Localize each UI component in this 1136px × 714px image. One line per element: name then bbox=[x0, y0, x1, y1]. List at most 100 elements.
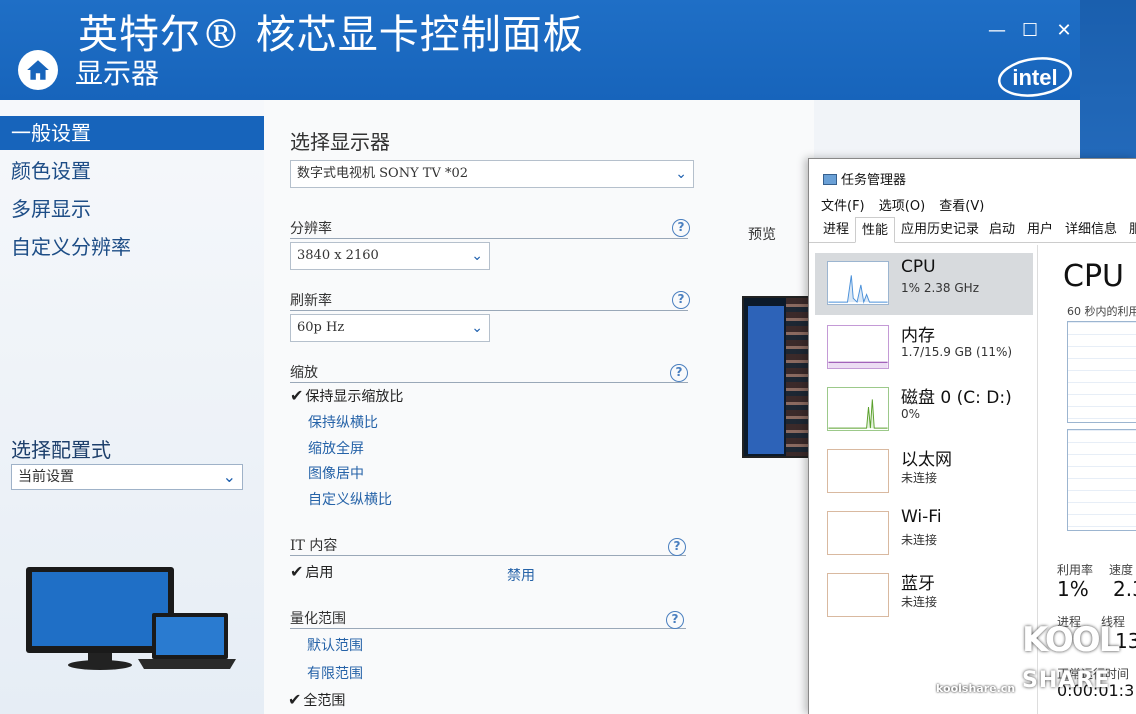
resource-ethernet-sub: 未连接 bbox=[901, 471, 938, 485]
home-button[interactable] bbox=[18, 50, 58, 90]
resource-memory-sub: 1.7/15.9 GB (11%) bbox=[901, 345, 1013, 359]
resource-bluetooth[interactable]: 蓝牙 未连接 bbox=[815, 565, 1033, 627]
help-icon[interactable]: ? bbox=[670, 364, 688, 382]
quantization-label: 量化范围 bbox=[290, 611, 346, 627]
quant-option-default[interactable]: 默认范围 bbox=[307, 635, 363, 655]
scaling-maintain-display-label: 保持显示缩放比 bbox=[305, 389, 404, 405]
menu-file[interactable]: 文件(F) bbox=[821, 199, 865, 214]
display-select[interactable]: 数字式电视机 SONY TV *02 ⌄ bbox=[290, 160, 694, 188]
refresh-rate-select-value: 60p Hz bbox=[297, 320, 345, 335]
select-display-label: 选择显示器 bbox=[290, 130, 390, 154]
preview-screen bbox=[748, 306, 784, 454]
profile-select-value: 当前设置 bbox=[18, 469, 74, 485]
minimize-button[interactable]: — bbox=[988, 20, 1006, 41]
divider bbox=[290, 628, 686, 629]
speed-value: 2.3 bbox=[1113, 577, 1136, 601]
tab-app-history[interactable]: 应用历史记录 bbox=[895, 217, 985, 243]
resolution-label: 分辨率 bbox=[290, 221, 332, 237]
scaling-option-center[interactable]: 图像居中 bbox=[308, 463, 364, 483]
it-enable-checkbox[interactable]: ✔ 启用 bbox=[290, 562, 333, 582]
resource-bluetooth-name: 蓝牙 bbox=[901, 574, 935, 594]
bluetooth-mini-graph bbox=[827, 573, 889, 617]
it-enable-label: 启用 bbox=[305, 565, 334, 581]
resource-disk[interactable]: 磁盘 0 (C: D:) 0% bbox=[815, 379, 1033, 441]
chevron-down-icon: ⌄ bbox=[471, 248, 483, 264]
preview-image bbox=[742, 296, 812, 458]
nav-general-settings[interactable]: 一般设置 bbox=[0, 116, 264, 150]
resource-memory-name: 内存 bbox=[901, 326, 935, 346]
nav-multi-display[interactable]: 多屏显示 bbox=[0, 192, 264, 226]
chevron-down-icon: ⌄ bbox=[471, 320, 483, 336]
it-content-label: IT 内容 bbox=[290, 538, 338, 554]
watermark-brand-top: KOOL bbox=[1022, 620, 1120, 660]
resolution-select-value: 3840 x 2160 bbox=[297, 248, 379, 263]
quant-full-checkbox[interactable]: ✔ 全范围 bbox=[288, 690, 345, 710]
divider bbox=[290, 382, 688, 383]
nav-custom-resolution[interactable]: 自定义分辨率 bbox=[0, 230, 264, 264]
quant-full-label: 全范围 bbox=[303, 693, 346, 709]
ethernet-mini-graph bbox=[827, 449, 889, 493]
profile-label: 选择配置式 bbox=[11, 438, 111, 462]
scaling-option-custom[interactable]: 自定义纵横比 bbox=[308, 489, 392, 509]
resource-bluetooth-sub: 未连接 bbox=[901, 595, 938, 609]
resource-ethernet-name: 以太网 bbox=[901, 450, 952, 470]
resource-wifi-sub: 未连接 bbox=[901, 533, 938, 547]
scaling-label: 缩放 bbox=[290, 365, 318, 381]
resource-ethernet[interactable]: 以太网 未连接 bbox=[815, 441, 1033, 503]
refresh-rate-label: 刷新率 bbox=[290, 293, 332, 309]
profile-select[interactable]: 当前设置 ⌄ bbox=[11, 464, 243, 490]
task-manager-icon bbox=[823, 174, 837, 185]
refresh-rate-select[interactable]: 60p Hz ⌄ bbox=[290, 314, 490, 342]
help-icon[interactable]: ? bbox=[672, 219, 690, 237]
resolution-select[interactable]: 3840 x 2160 ⌄ bbox=[290, 242, 490, 270]
checkmark-icon: ✔ bbox=[288, 690, 302, 709]
menu-bar: 文件(F) 选项(O) 查看(V) bbox=[821, 195, 994, 214]
help-icon[interactable]: ? bbox=[668, 538, 686, 556]
scaling-option-full[interactable]: 缩放全屏 bbox=[308, 438, 364, 458]
cpu-graph bbox=[1067, 321, 1136, 423]
menu-view[interactable]: 查看(V) bbox=[939, 199, 984, 214]
tab-processes[interactable]: 进程 bbox=[817, 217, 855, 243]
maximize-button[interactable]: ☐ bbox=[1022, 20, 1038, 41]
cpu-mini-graph bbox=[827, 261, 889, 305]
tab-details[interactable]: 详细信息 bbox=[1059, 217, 1123, 243]
left-nav: 一般设置 颜色设置 多屏显示 自定义分辨率 选择配置式 当前设置 ⌄ bbox=[0, 100, 264, 714]
cpu-graph-secondary bbox=[1067, 429, 1136, 531]
main-content: 选择显示器 数字式电视机 SONY TV *02 ⌄ 分辨率 ? 3840 x … bbox=[264, 100, 814, 714]
resource-wifi-name: Wi-Fi bbox=[901, 507, 942, 527]
menu-options[interactable]: 选项(O) bbox=[879, 199, 925, 214]
resource-cpu[interactable]: CPU 1% 2.38 GHz bbox=[815, 253, 1033, 315]
tab-startup[interactable]: 启动 bbox=[983, 217, 1021, 243]
nav-color-settings[interactable]: 颜色设置 bbox=[0, 154, 264, 188]
help-icon[interactable]: ? bbox=[672, 291, 690, 309]
tab-performance[interactable]: 性能 bbox=[855, 217, 896, 243]
tab-services[interactable]: 服 bbox=[1123, 217, 1136, 243]
tab-users[interactable]: 用户 bbox=[1021, 217, 1059, 243]
disk-mini-graph bbox=[827, 387, 889, 431]
checkmark-icon: ✔ bbox=[290, 562, 304, 581]
resource-memory[interactable]: 内存 1.7/15.9 GB (11%) bbox=[815, 317, 1033, 379]
cpu-detail-title: CPU bbox=[1063, 259, 1124, 294]
scaling-option-aspect[interactable]: 保持纵横比 bbox=[308, 412, 378, 432]
speed-label: 速度 bbox=[1109, 563, 1134, 577]
util-value: 1% bbox=[1057, 577, 1089, 601]
help-icon[interactable]: ? bbox=[666, 611, 684, 629]
resource-wifi[interactable]: Wi-Fi 未连接 bbox=[815, 503, 1033, 565]
task-manager-title-text: 任务管理器 bbox=[841, 173, 907, 188]
chevron-down-icon: ⌄ bbox=[222, 467, 236, 486]
window-controls: — ☐ ✕ bbox=[988, 20, 1072, 41]
quant-option-limited[interactable]: 有限范围 bbox=[307, 663, 363, 683]
close-button[interactable]: ✕ bbox=[1056, 20, 1072, 41]
resource-cpu-sub: 1% 2.38 GHz bbox=[901, 281, 980, 295]
home-icon bbox=[27, 60, 49, 80]
checkmark-icon: ✔ bbox=[290, 386, 304, 405]
scaling-maintain-display-checkbox[interactable]: ✔ 保持显示缩放比 bbox=[290, 386, 403, 406]
it-disable-option[interactable]: 禁用 bbox=[507, 565, 535, 585]
svg-text:intel: intel bbox=[1012, 65, 1057, 90]
watermark-url: koolshare.cn bbox=[936, 682, 1016, 695]
section-title: 显示器 bbox=[75, 57, 160, 90]
chevron-down-icon: ⌄ bbox=[675, 166, 687, 182]
memory-mini-graph bbox=[827, 325, 889, 369]
resource-cpu-name: CPU bbox=[901, 257, 936, 277]
divider bbox=[290, 310, 688, 311]
